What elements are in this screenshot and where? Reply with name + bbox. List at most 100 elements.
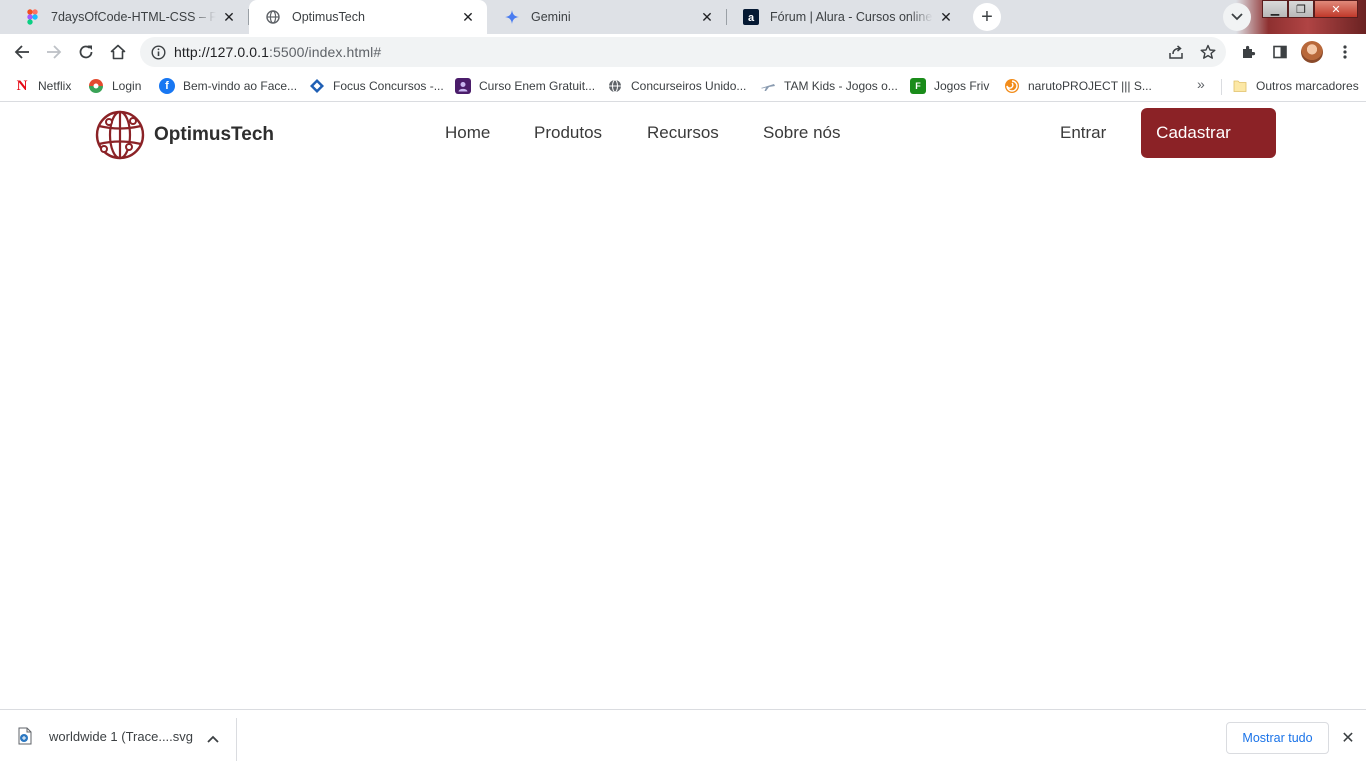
page-viewport: OptimusTech Home Produtos Recursos Sobre…	[0, 103, 1366, 709]
site-info-icon[interactable]	[148, 42, 168, 62]
profile-avatar[interactable]	[1301, 41, 1323, 63]
arrow-right-icon	[47, 45, 62, 59]
bookmarks-separator	[1221, 79, 1222, 95]
forward-button[interactable]	[40, 38, 68, 66]
bookmark-label: Concurseiros Unido...	[631, 79, 747, 93]
show-all-downloads-button[interactable]: Mostrar tudo	[1226, 722, 1329, 754]
bookmark-facebook[interactable]: f Bem-vindo ao Face...	[159, 76, 297, 96]
close-tab-icon[interactable]: ✕	[220, 8, 238, 26]
svg-text:a: a	[748, 12, 755, 24]
kebab-menu-icon	[1343, 45, 1347, 59]
close-download-shelf-button[interactable]: ✕	[1338, 728, 1358, 748]
restore-window-button[interactable]: ❐	[1288, 0, 1314, 18]
alura-icon: a	[743, 9, 759, 25]
url-host: http://127.0.0.1	[174, 44, 270, 60]
chevron-up-icon	[207, 735, 219, 743]
tam-kids-icon	[760, 78, 776, 94]
share-icon	[1169, 45, 1183, 59]
share-button[interactable]	[1162, 38, 1190, 66]
url-path: :5500/index.html#	[269, 44, 382, 60]
download-item[interactable]: worldwide 1 (Trace....svg	[16, 727, 193, 745]
tab-title: Gemini	[531, 10, 571, 24]
download-shelf: worldwide 1 (Trace....svg Mostrar tudo ✕	[0, 709, 1366, 768]
home-icon	[110, 44, 126, 60]
globe-icon	[607, 78, 623, 94]
download-options-button[interactable]	[204, 730, 222, 748]
home-button[interactable]	[104, 38, 132, 66]
close-tab-icon[interactable]: ✕	[937, 8, 955, 26]
bookmarks-overflow-button[interactable]: »	[1197, 76, 1205, 92]
bookmark-label: TAM Kids - Jogos o...	[784, 79, 898, 93]
tab-strip: 7daysOfCode-HTML-CSS – Figma ✕ OptimusTe…	[0, 0, 1366, 34]
gemini-sparkle-icon	[504, 9, 520, 25]
bookmark-concurseiros-unidos[interactable]: Concurseiros Unido...	[607, 76, 746, 96]
tab-search-button[interactable]	[1223, 3, 1251, 31]
arrow-left-icon	[14, 45, 29, 59]
site-header: OptimusTech Home Produtos Recursos Sobre…	[0, 103, 1366, 163]
close-tab-icon[interactable]: ✕	[698, 8, 716, 26]
naruto-project-icon	[1004, 78, 1020, 94]
bookmark-netflix[interactable]: N Netflix	[14, 76, 72, 96]
minimize-window-button[interactable]: ▁	[1262, 0, 1288, 18]
minimize-icon: ▁	[1270, 3, 1280, 16]
bookmark-label: Jogos Friv	[934, 79, 990, 93]
back-button[interactable]	[8, 38, 36, 66]
bookmark-label: Login	[112, 79, 142, 93]
chevron-down-icon	[1231, 13, 1243, 21]
nav-link-produtos[interactable]: Produtos	[534, 123, 602, 143]
globe-icon	[265, 9, 281, 25]
tab-optimustech[interactable]: OptimusTech ✕	[249, 0, 487, 34]
facebook-icon: f	[159, 78, 175, 94]
bookmark-label: narutoPROJECT ||| S...	[1028, 79, 1152, 93]
tab-title: OptimusTech	[292, 10, 365, 24]
enem-course-icon	[455, 78, 471, 94]
nav-link-recursos[interactable]: Recursos	[647, 123, 719, 143]
bookmark-label: Outros marcadores	[1256, 79, 1359, 93]
nav-link-sobre-nos[interactable]: Sobre nós	[763, 123, 841, 143]
close-tab-icon[interactable]: ✕	[459, 8, 477, 26]
download-file-name: worldwide 1 (Trace....svg	[49, 728, 194, 744]
browser-toolbar: http://127.0.0.1:5500/index.html#	[0, 34, 1366, 70]
login-button[interactable]: Entrar	[1060, 123, 1106, 143]
bookmark-login[interactable]: Login	[88, 76, 141, 96]
bookmark-jogos-friv[interactable]: F Jogos Friv	[910, 76, 989, 96]
brand-name: OptimusTech	[154, 124, 274, 145]
extensions-button[interactable]	[1234, 38, 1262, 66]
worldwide-globe-icon	[95, 110, 145, 160]
address-bar[interactable]: http://127.0.0.1:5500/index.html#	[140, 37, 1226, 67]
bookmark-focus-concursos[interactable]: Focus Concursos -...	[309, 76, 444, 96]
window-controls: ▁ ❐ ✕	[1262, 0, 1358, 20]
url-text: http://127.0.0.1:5500/index.html#	[174, 44, 381, 60]
tab-figma[interactable]: 7daysOfCode-HTML-CSS – Figma ✕	[8, 0, 248, 34]
browser-menu-button[interactable]	[1331, 38, 1359, 66]
signup-button[interactable]: Cadastrar	[1141, 108, 1246, 158]
nav-link-home[interactable]: Home	[445, 123, 490, 143]
bookmark-tam-kids[interactable]: TAM Kids - Jogos o...	[760, 76, 898, 96]
focus-concursos-icon	[309, 78, 325, 94]
bookmark-star-button[interactable]	[1194, 38, 1222, 66]
star-icon	[1200, 44, 1216, 59]
bookmark-label: Bem-vindo ao Face...	[183, 79, 298, 93]
bookmark-naruto-project[interactable]: narutoPROJECT ||| S...	[1004, 76, 1152, 96]
download-separator	[236, 718, 237, 761]
new-tab-button[interactable]: +	[973, 3, 1001, 31]
figma-icon	[24, 9, 40, 25]
side-panel-button[interactable]	[1266, 38, 1294, 66]
login-bookmark-icon	[88, 78, 104, 94]
bookmark-label: Curso Enem Gratuit...	[479, 79, 596, 93]
friv-icon: F	[910, 78, 926, 94]
svg-file-icon	[18, 727, 32, 745]
tab-alura-forum[interactable]: a Fórum | Alura - Cursos online de tecno…	[727, 0, 965, 34]
close-window-button[interactable]: ✕	[1314, 0, 1358, 18]
other-bookmarks-folder[interactable]: Outros marcadores	[1232, 76, 1359, 96]
bookmark-curso-enem[interactable]: Curso Enem Gratuit...	[455, 76, 595, 96]
tab-gemini[interactable]: Gemini ✕	[488, 0, 726, 34]
close-icon: ✕	[1331, 3, 1341, 16]
reload-button[interactable]	[72, 38, 100, 66]
folder-icon	[1232, 78, 1248, 94]
bookmark-label: Netflix	[38, 79, 72, 93]
reload-icon	[79, 45, 93, 59]
site-logo[interactable]: OptimusTech	[94, 109, 274, 161]
side-panel-icon	[1273, 45, 1287, 59]
tab-title: Fórum | Alura - Cursos online de tecnolo…	[770, 10, 933, 24]
